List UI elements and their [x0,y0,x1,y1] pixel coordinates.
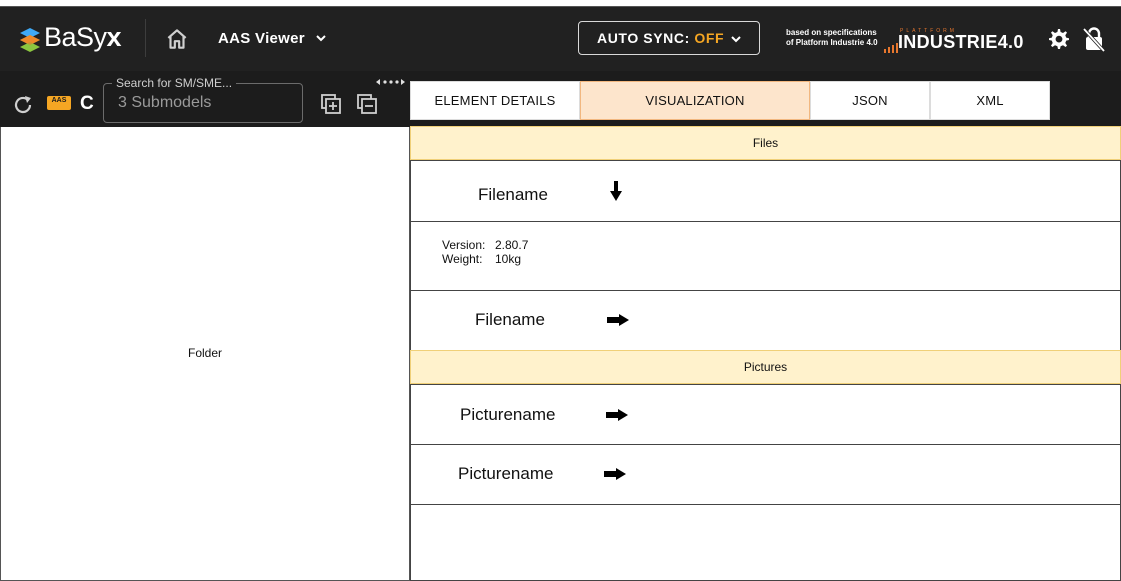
basyx-logo-icon[interactable] [19,27,41,53]
empty-row [410,505,1121,581]
file-metadata-row: Version: 2.80.7 Weight: 10kg [410,222,1121,291]
signal-bars-icon [884,40,898,53]
picturename-label: Picturename [460,405,556,424]
folder-label[interactable]: Folder [188,346,222,360]
add-submodel-icon[interactable] [319,92,343,116]
tab-xml[interactable]: XML [930,81,1050,120]
brand-logo-text[interactable]: BaSyx [44,22,122,53]
lock-off-icon[interactable] [1082,26,1106,53]
spec-line-1: based on specifications [786,28,877,37]
pictures-section-header: Pictures [410,350,1121,384]
arrow-right-icon[interactable] [605,408,629,427]
chevron-down-icon[interactable] [314,31,328,45]
file-row: Filename [410,291,1121,351]
spec-text: based on specifications of Platform Indu… [786,28,878,48]
tab-element-details[interactable]: ELEMENT DETAILS [410,81,580,120]
brand-first: BaSy [44,22,107,52]
auto-sync-value: OFF [694,30,725,46]
appbar-divider [145,19,146,57]
tab-json[interactable]: JSON [810,81,930,120]
file-row: Filename [410,160,1121,222]
remove-submodel-icon[interactable] [355,92,379,116]
panel-resize-handle-icon[interactable] [376,75,406,87]
search-value[interactable]: 3 Submodels [118,94,211,112]
window-top-border [0,0,1121,7]
picturename-label: Picturename [458,464,554,483]
picture-row: Picturename [410,445,1121,505]
aas-name-truncated: C [80,93,94,114]
auto-sync-text: AUTO SYNC: [597,30,690,46]
viewer-select[interactable]: AAS Viewer [218,30,305,47]
filename-label: Filename [475,310,545,329]
chevron-down-icon [729,32,743,46]
arrow-right-icon[interactable] [603,467,627,486]
auto-sync-button[interactable]: AUTO SYNC: OFF [578,21,760,55]
filename-label: Filename [478,185,548,204]
auto-sync-label: AUTO SYNC: OFF [597,30,724,46]
version-label: Version: [442,238,486,252]
home-icon[interactable] [164,26,190,52]
arrow-down-icon[interactable] [609,179,623,208]
arrow-right-icon[interactable] [606,313,630,332]
spec-line-2: of Platform Industrie 4.0 [786,38,878,47]
industrie40-logo: INDUSTRIE4.0 [898,32,1024,52]
tab-visualization[interactable]: VISUALIZATION [580,81,810,120]
weight-label: Weight: [442,252,483,266]
refresh-icon[interactable] [11,93,35,117]
brand-last: x [106,22,122,52]
aas-badge-text: AAS [51,97,67,104]
gear-icon[interactable] [1046,27,1070,51]
weight-value: 10kg [495,252,522,266]
version-value: 2.80.7 [495,238,529,252]
aas-badge: AAS [47,96,71,110]
files-section-header: Files [410,126,1121,160]
search-label: Search for SM/SME... [112,76,237,90]
picture-row: Picturename [410,384,1121,445]
